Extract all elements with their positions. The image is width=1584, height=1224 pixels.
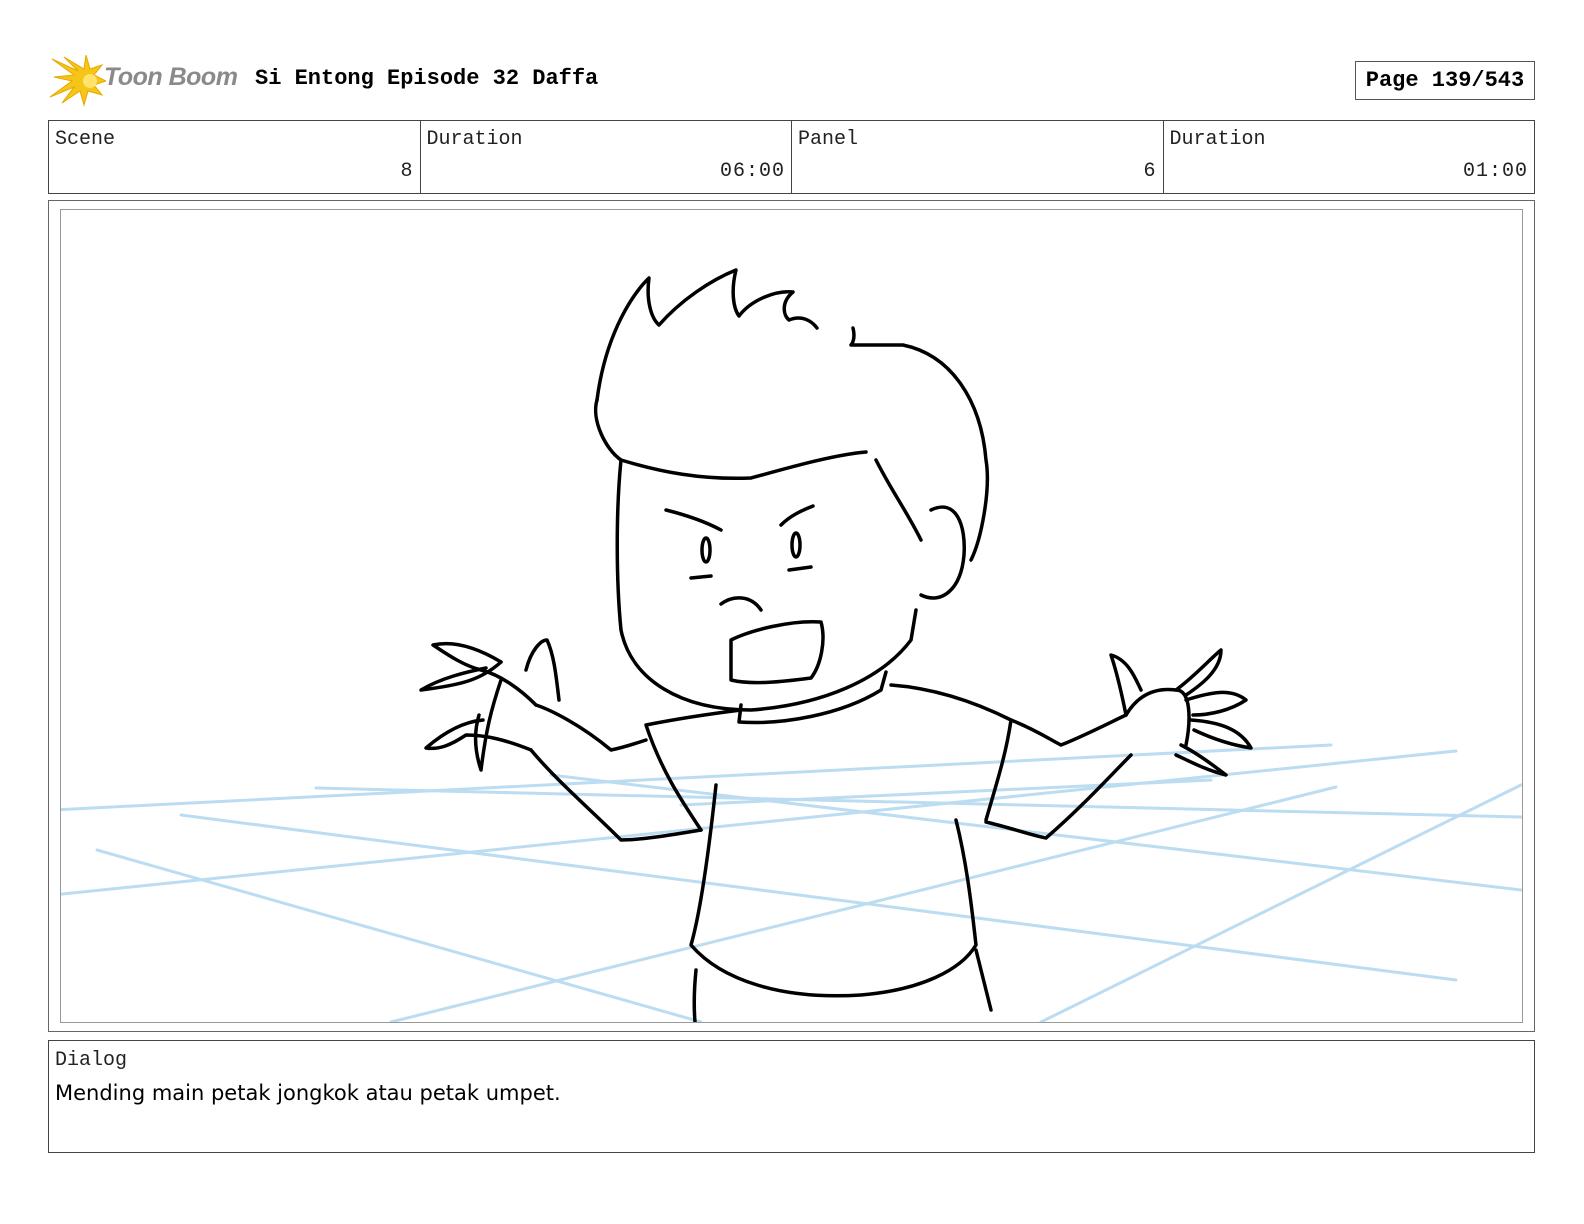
dialog-text: Mending main petak jongkok atau petak um… (55, 1081, 561, 1105)
panel-value: 6 (1143, 160, 1157, 183)
panel-duration-value: 01:00 (1462, 160, 1528, 183)
storyboard-drawing (61, 268, 1522, 1022)
panel-image (60, 209, 1523, 1023)
panel-label: Panel (798, 128, 859, 151)
perspective-guides (61, 743, 1522, 1022)
document-title: Si Entong Episode 32 Daffa (255, 66, 599, 91)
logo-wordmark: Toon Boom (104, 63, 238, 91)
scene-duration-cell: Duration 06:00 (419, 121, 792, 193)
dialog-box: Dialog Mending main petak jongkok atau p… (48, 1040, 1535, 1153)
panel-duration-label: Duration (1169, 128, 1266, 151)
scene-duration-label: Duration (426, 128, 523, 151)
panel-duration-cell: Duration 01:00 (1162, 121, 1535, 193)
scene-label: Scene (55, 128, 116, 151)
character-sketch (419, 268, 1253, 1022)
scene-value: 8 (400, 160, 414, 183)
panel-frame (48, 200, 1535, 1032)
page-indicator: Page 139/543 (1355, 61, 1535, 100)
panel-info-row: Scene 8 Duration 06:00 Panel 6 Duration … (48, 120, 1535, 194)
scene-duration-value: 06:00 (719, 160, 785, 183)
panel-cell: Panel 6 (791, 121, 1163, 193)
dialog-label: Dialog (55, 1049, 128, 1072)
burst-icon (49, 54, 108, 107)
scene-cell: Scene 8 (49, 121, 420, 193)
toon-boom-logo: Toon Boom (49, 54, 240, 107)
